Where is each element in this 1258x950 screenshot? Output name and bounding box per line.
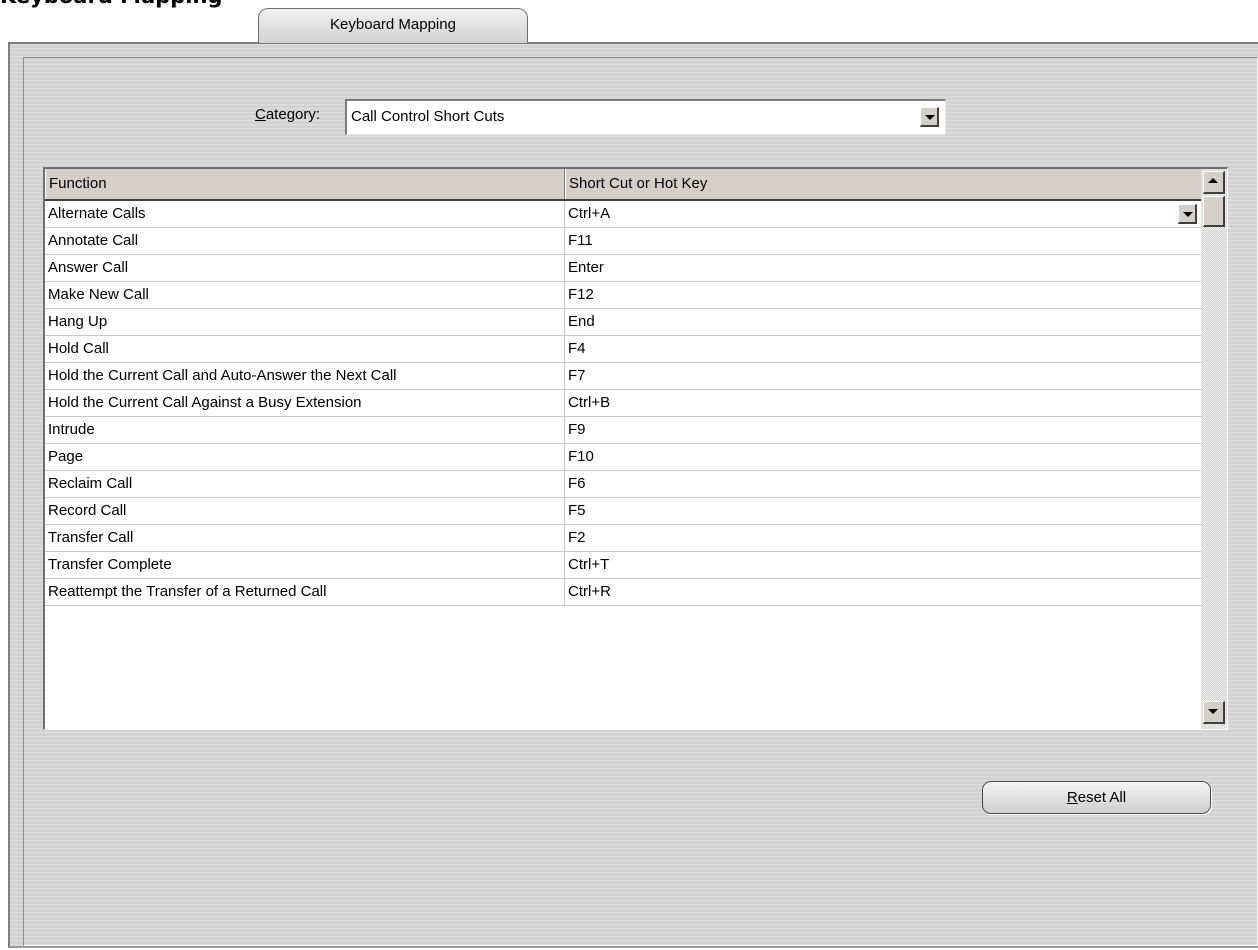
shortcut-table: Function Short Cut or Hot Key Alternate … bbox=[43, 167, 1228, 730]
table-row[interactable]: Intrude F9 bbox=[45, 417, 1202, 444]
shortcut-value: Ctrl+B bbox=[568, 394, 611, 411]
shortcut-cell[interactable]: Ctrl+A bbox=[565, 201, 1202, 227]
shortcut-dropdown-button[interactable] bbox=[1178, 204, 1197, 224]
scroll-thumb[interactable] bbox=[1203, 196, 1225, 227]
shortcut-value: F7 bbox=[568, 367, 586, 384]
shortcut-value: F6 bbox=[568, 475, 586, 492]
table-row[interactable]: Hang Up End bbox=[45, 309, 1202, 336]
shortcut-cell[interactable]: F10 bbox=[565, 444, 1202, 470]
shortcut-cell[interactable]: F12 bbox=[565, 282, 1202, 308]
shortcut-value: Ctrl+R bbox=[568, 583, 611, 600]
function-cell: Answer Call bbox=[45, 255, 565, 281]
function-cell: Hold the Current Call Against a Busy Ext… bbox=[45, 390, 565, 416]
shortcut-value: F12 bbox=[568, 286, 594, 303]
column-header-function[interactable]: Function bbox=[45, 169, 565, 199]
function-cell: Alternate Calls bbox=[45, 201, 565, 227]
shortcut-value: F10 bbox=[568, 448, 594, 465]
function-cell: Make New Call bbox=[45, 282, 565, 308]
table-row[interactable]: Annotate Call F11 bbox=[45, 228, 1202, 255]
category-mnemonic: C bbox=[255, 106, 266, 123]
reset-all-button[interactable]: Reset All bbox=[982, 781, 1211, 814]
shortcut-value: Ctrl+A bbox=[568, 205, 611, 222]
page-title: Keyboard Mapping bbox=[0, 0, 222, 8]
shortcut-value: End bbox=[568, 313, 595, 330]
shortcut-value: Ctrl+T bbox=[568, 556, 610, 573]
table-row[interactable]: Reattempt the Transfer of a Returned Cal… bbox=[45, 579, 1202, 606]
function-cell: Reattempt the Transfer of a Returned Cal… bbox=[45, 579, 565, 605]
table-row[interactable]: Hold the Current Call and Auto-Answer th… bbox=[45, 363, 1202, 390]
category-label: Category: bbox=[255, 106, 320, 123]
shortcut-value: F4 bbox=[568, 340, 586, 357]
shortcut-value: Enter bbox=[568, 259, 604, 276]
table-header: Function Short Cut or Hot Key bbox=[45, 169, 1202, 201]
shortcut-value: F2 bbox=[568, 529, 586, 546]
function-cell: Hold the Current Call and Auto-Answer th… bbox=[45, 363, 565, 389]
table-row[interactable]: Alternate Calls Ctrl+A bbox=[45, 201, 1202, 228]
table-row[interactable]: Make New Call F12 bbox=[45, 282, 1202, 309]
table-row[interactable]: Page F10 bbox=[45, 444, 1202, 471]
shortcut-cell[interactable]: F4 bbox=[565, 336, 1202, 362]
shortcut-cell[interactable]: F5 bbox=[565, 498, 1202, 524]
reset-label: eset All bbox=[1077, 789, 1127, 806]
shortcut-value: F11 bbox=[568, 232, 593, 249]
shortcut-cell[interactable]: F2 bbox=[565, 525, 1202, 551]
chevron-down-icon bbox=[1183, 212, 1193, 217]
shortcut-cell[interactable]: Ctrl+T bbox=[565, 552, 1202, 578]
function-cell: Record Call bbox=[45, 498, 565, 524]
table-body: Alternate Calls Ctrl+A Annotate Call F11 Ans… bbox=[45, 201, 1202, 606]
scroll-down-button[interactable] bbox=[1203, 701, 1225, 724]
function-cell: Reclaim Call bbox=[45, 471, 565, 497]
shortcut-cell[interactable]: End bbox=[565, 309, 1202, 335]
category-dropdown-button[interactable] bbox=[920, 107, 939, 127]
vertical-scrollbar[interactable] bbox=[1201, 169, 1227, 729]
function-cell: Transfer Complete bbox=[45, 552, 565, 578]
shortcut-value: F5 bbox=[568, 502, 586, 519]
category-select[interactable]: Call Control Short Cuts bbox=[345, 99, 946, 135]
table-row[interactable]: Hold Call F4 bbox=[45, 336, 1202, 363]
table-row[interactable]: Record Call F5 bbox=[45, 498, 1202, 525]
category-selected-value: Call Control Short Cuts bbox=[351, 108, 505, 125]
shortcut-cell[interactable]: Ctrl+B bbox=[565, 390, 1202, 416]
table-row[interactable]: Reclaim Call F6 bbox=[45, 471, 1202, 498]
shortcut-cell[interactable]: F11 bbox=[565, 228, 1202, 254]
shortcut-cell[interactable]: Ctrl+R bbox=[565, 579, 1202, 605]
shortcut-value: F9 bbox=[568, 421, 586, 438]
shortcut-cell[interactable]: F9 bbox=[565, 417, 1202, 443]
category-label-text: ategory: bbox=[265, 106, 321, 123]
function-cell: Intrude bbox=[45, 417, 565, 443]
function-cell: Page bbox=[45, 444, 565, 470]
column-header-shortcut[interactable]: Short Cut or Hot Key bbox=[565, 169, 1202, 199]
function-cell: Hold Call bbox=[45, 336, 565, 362]
chevron-down-icon bbox=[925, 115, 935, 120]
table-row[interactable]: Transfer Call F2 bbox=[45, 525, 1202, 552]
function-cell: Transfer Call bbox=[45, 525, 565, 551]
shortcut-cell[interactable]: Enter bbox=[565, 255, 1202, 281]
tab-keyboard-mapping[interactable]: Keyboard Mapping bbox=[258, 8, 528, 43]
function-cell: Hang Up bbox=[45, 309, 565, 335]
table-row[interactable]: Transfer Complete Ctrl+T bbox=[45, 552, 1202, 579]
shortcut-cell[interactable]: F6 bbox=[565, 471, 1202, 497]
arrow-down-icon bbox=[1208, 709, 1218, 714]
scroll-up-button[interactable] bbox=[1203, 171, 1225, 194]
arrow-up-icon bbox=[1208, 178, 1218, 183]
shortcut-grid: Function Short Cut or Hot Key Alternate … bbox=[45, 169, 1202, 606]
table-row[interactable]: Answer Call Enter bbox=[45, 255, 1202, 282]
function-cell: Annotate Call bbox=[45, 228, 565, 254]
shortcut-cell[interactable]: F7 bbox=[565, 363, 1202, 389]
reset-mnemonic: R bbox=[1066, 789, 1078, 806]
table-row[interactable]: Hold the Current Call Against a Busy Ext… bbox=[45, 390, 1202, 417]
